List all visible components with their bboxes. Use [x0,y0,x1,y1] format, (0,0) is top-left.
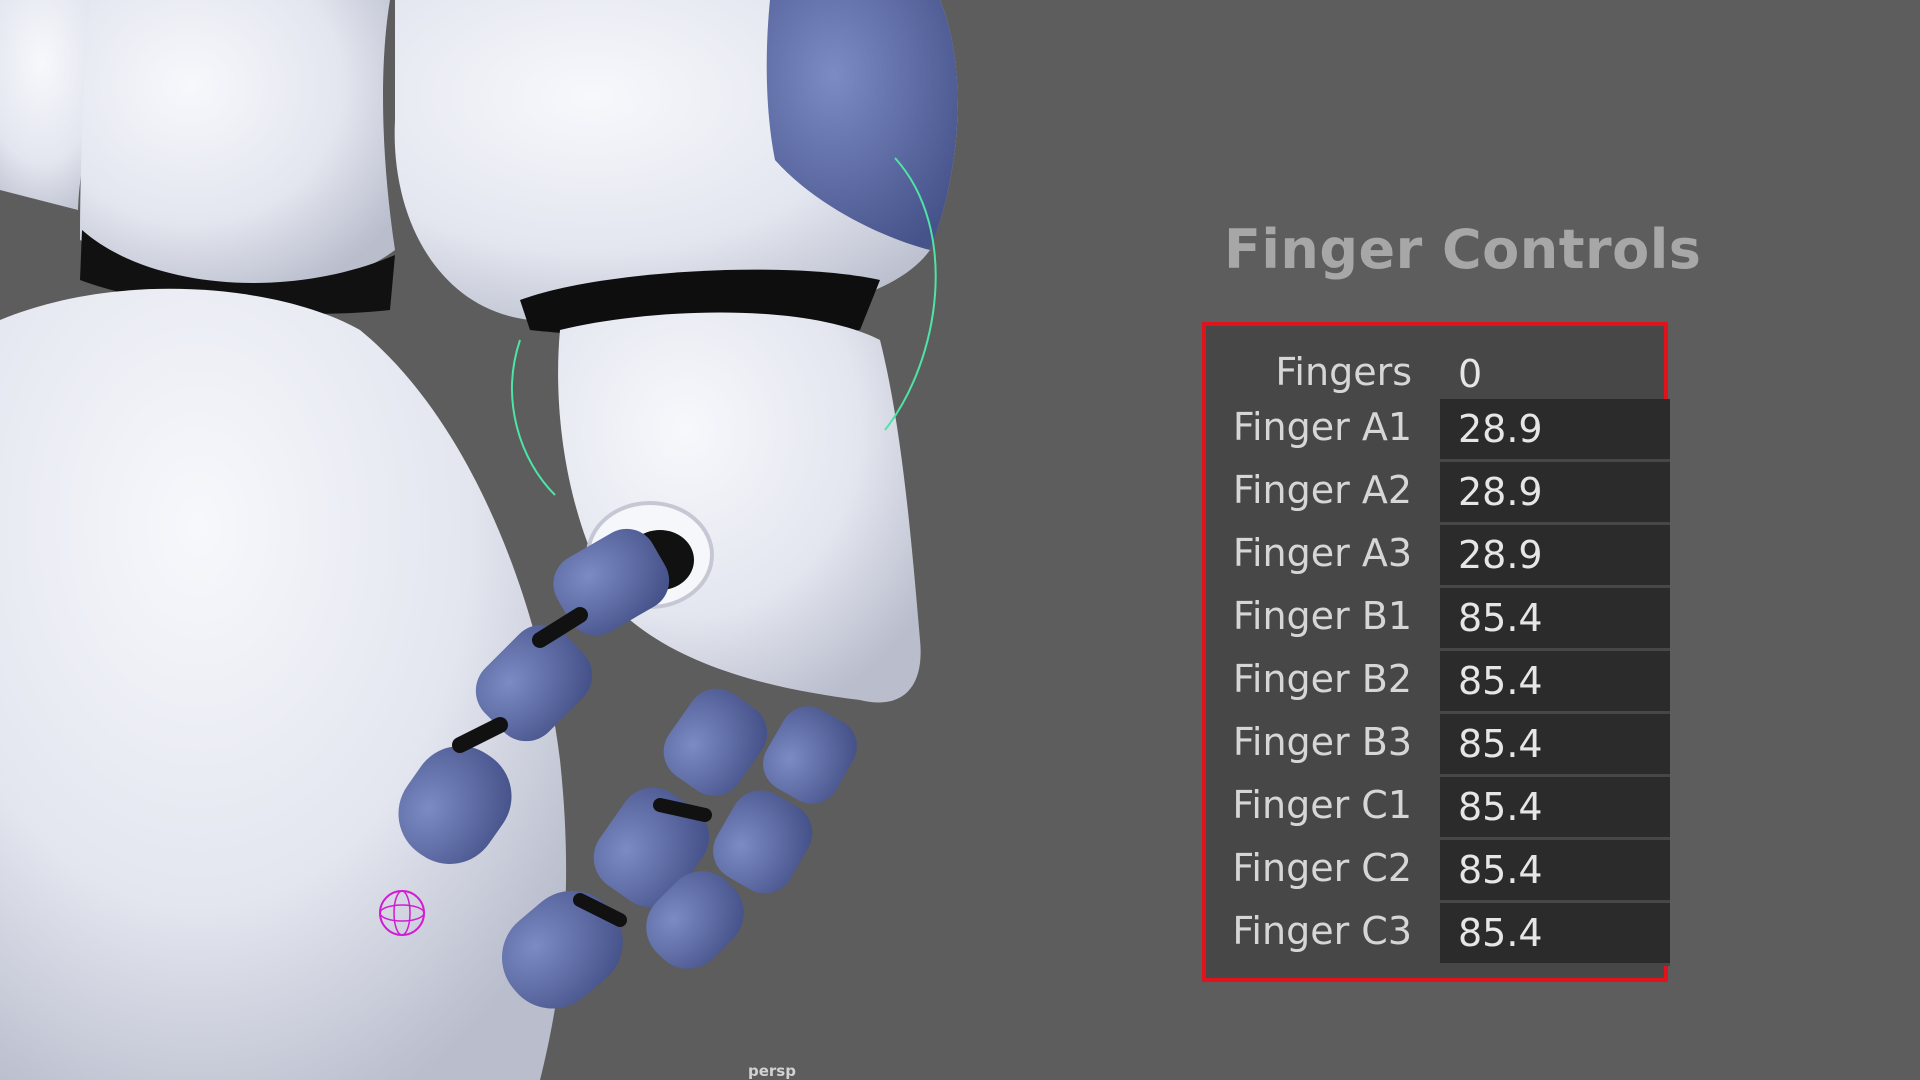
attr-value: 85.4 [1458,659,1543,703]
attr-value-field[interactable]: 0 [1440,344,1670,407]
attr-value-field[interactable]: 85.4 [1440,588,1670,651]
attr-value-field[interactable]: 28.9 [1440,462,1670,525]
attr-label: Finger C1 [1232,783,1412,827]
attr-row-finger-c1[interactable]: Finger C1 85.4 [1206,777,1670,840]
attr-row-finger-a3[interactable]: Finger A3 28.9 [1206,525,1670,588]
attr-label: Finger C2 [1232,846,1412,890]
attr-label: Finger B3 [1232,720,1412,764]
attr-label: Finger A3 [1232,531,1412,575]
finger-controls-panel: Fingers 0 Finger A1 28.9 Finger A2 28.9 … [1202,322,1670,982]
attr-label: Finger B1 [1232,594,1412,638]
attr-value: 85.4 [1458,911,1543,955]
camera-label: persp [748,1062,796,1080]
attr-value: 0 [1458,352,1483,396]
attr-value: 85.4 [1458,722,1543,766]
attr-value: 28.9 [1458,470,1543,514]
attr-value: 28.9 [1458,533,1543,577]
attr-label: Finger C3 [1232,909,1412,953]
attr-row-finger-a1[interactable]: Finger A1 28.9 [1206,399,1670,462]
attr-row-finger-a2[interactable]: Finger A2 28.9 [1206,462,1670,525]
attr-row-finger-b2[interactable]: Finger B2 85.4 [1206,651,1670,714]
attr-value-field[interactable]: 85.4 [1440,777,1670,840]
attr-value-field[interactable]: 28.9 [1440,525,1670,588]
attr-value: 85.4 [1458,785,1543,829]
attr-row-finger-b1[interactable]: Finger B1 85.4 [1206,588,1670,651]
panel-title: Finger Controls [1224,218,1702,281]
attr-row-finger-c3[interactable]: Finger C3 85.4 [1206,903,1670,966]
attr-value-field[interactable]: 85.4 [1440,903,1670,966]
attr-value-field[interactable]: 85.4 [1440,651,1670,714]
attr-row-fingers[interactable]: Fingers 0 [1206,344,1670,407]
attr-label: Fingers [1275,350,1412,394]
attr-value-field[interactable]: 85.4 [1440,714,1670,777]
attr-value-field[interactable]: 85.4 [1440,840,1670,903]
attr-value: 85.4 [1458,848,1543,892]
attr-label: Finger A1 [1232,405,1412,449]
attr-value: 28.9 [1458,407,1543,451]
attr-value-field[interactable]: 28.9 [1440,399,1670,462]
attr-row-finger-b3[interactable]: Finger B3 85.4 [1206,714,1670,777]
attr-label: Finger B2 [1232,657,1412,701]
attr-value: 85.4 [1458,596,1543,640]
attr-row-finger-c2[interactable]: Finger C2 85.4 [1206,840,1670,903]
attr-label: Finger A2 [1232,468,1412,512]
